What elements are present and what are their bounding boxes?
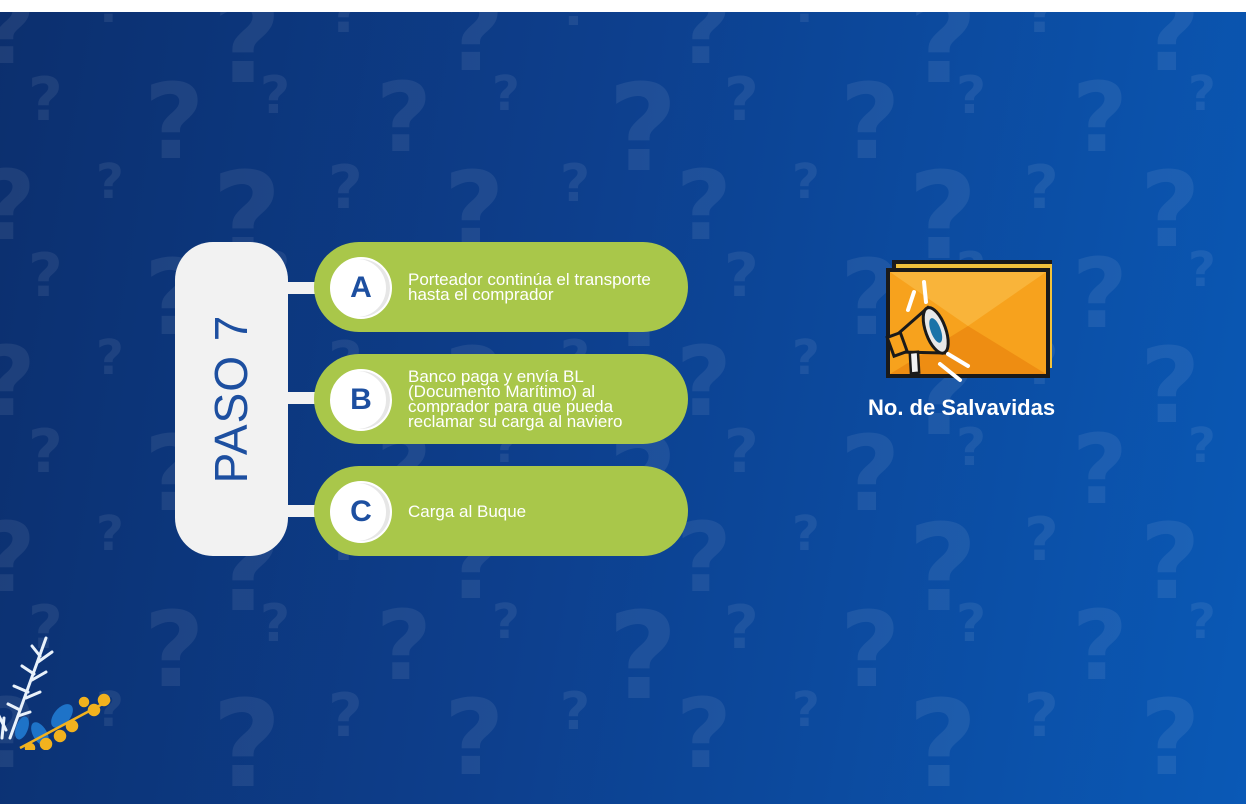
question-mark-icon: ? — [676, 150, 732, 262]
question-mark-icon: ? — [956, 418, 987, 478]
question-mark-icon: ? — [96, 506, 124, 562]
question-mark-icon: ? — [0, 510, 36, 606]
question-mark-icon: ? — [260, 594, 291, 654]
question-mark-icon: ? — [724, 65, 759, 135]
option-b-badge: B — [330, 369, 392, 431]
question-mark-icon: ? — [260, 66, 291, 126]
question-mark-icon: ? — [724, 593, 759, 663]
question-mark-icon: ? — [840, 61, 901, 183]
question-mark-icon: ? — [1140, 677, 1201, 799]
question-mark-icon: ? — [840, 589, 901, 711]
option-c-badge: C — [330, 481, 392, 543]
step-title: PASO 7 — [205, 314, 257, 484]
question-mark-icon: ? — [492, 66, 520, 122]
question-mark-icon: ? — [28, 65, 63, 135]
question-mark-icon: ? — [328, 681, 363, 751]
question-mark-icon: ? — [1188, 594, 1216, 650]
question-mark-icon: ? — [792, 682, 820, 738]
question-mark-icon: ? — [328, 153, 363, 223]
question-mark-icon: ? — [676, 678, 732, 790]
question-mark-icon: ? — [96, 154, 124, 210]
question-mark-icon: ? — [792, 506, 820, 562]
question-mark-icon: ? — [840, 413, 901, 535]
question-mark-icon: ? — [492, 594, 520, 650]
question-mark-icon: ? — [1072, 414, 1128, 526]
question-mark-icon: ? — [444, 677, 505, 799]
option-a-text: Porteador continúa el transporte hasta e… — [408, 270, 651, 304]
question-mark-icon: ? — [376, 62, 432, 174]
question-mark-icon: ? — [1024, 153, 1059, 223]
question-mark-icon: ? — [792, 12, 820, 30]
question-mark-icon: ? — [724, 241, 759, 311]
question-mark-icon: ? — [608, 60, 678, 199]
question-mark-icon: ? — [1188, 418, 1216, 474]
option-a[interactable]: A Porteador continúa el transporte hasta… — [314, 242, 688, 332]
question-mark-icon: ? — [1072, 590, 1128, 702]
question-mark-icon: ? — [608, 588, 678, 727]
option-b-text: Banco paga y envía BL (Documento Marítim… — [408, 367, 623, 431]
option-a-badge: A — [330, 257, 392, 319]
leaf-decoration-icon — [0, 636, 111, 750]
question-mark-icon: ? — [28, 417, 63, 487]
lifebuoy-counter-label: No. de Salvavidas — [868, 395, 1056, 420]
question-mark-icon: ? — [956, 594, 987, 654]
question-mark-icon: ? — [1188, 66, 1216, 122]
question-mark-icon: ? — [328, 12, 363, 47]
question-mark-icon: ? — [908, 676, 978, 804]
question-mark-icon: ? — [0, 334, 36, 430]
option-b[interactable]: B Banco paga y envía BL (Documento Marít… — [314, 354, 688, 444]
game-board: ????????????????????????????????????????… — [0, 12, 1246, 804]
question-mark-icon: ? — [1188, 242, 1216, 298]
question-mark-icon: ? — [28, 241, 63, 311]
question-mark-icon: ? — [376, 590, 432, 702]
question-mark-icon: ? — [1072, 238, 1128, 350]
question-mark-icon: ? — [792, 330, 820, 386]
question-mark-icon: ? — [724, 417, 759, 487]
question-mark-icon: ? — [212, 676, 282, 804]
question-mark-icon: ? — [1072, 62, 1128, 174]
question-mark-icon: ? — [1024, 505, 1059, 575]
question-mark-icon: ? — [1024, 12, 1059, 47]
question-mark-icon: ? — [96, 12, 124, 30]
question-mark-icon: ? — [956, 66, 987, 126]
option-c[interactable]: C Carga al Buque — [314, 466, 688, 556]
question-mark-icon: ? — [144, 589, 205, 711]
question-mark-icon: ? — [1024, 681, 1059, 751]
question-mark-icon: ? — [560, 682, 591, 742]
option-c-text: Carga al Buque — [408, 501, 527, 521]
question-mark-icon: ? — [144, 61, 205, 183]
question-mark-icon: ? — [792, 154, 820, 210]
question-mark-icon: ? — [560, 154, 591, 214]
question-mark-icon: ? — [560, 12, 590, 34]
megaphone-icon — [885, 260, 1052, 382]
question-mark-icon: ? — [96, 330, 124, 386]
question-mark-icon: ? — [0, 158, 36, 254]
